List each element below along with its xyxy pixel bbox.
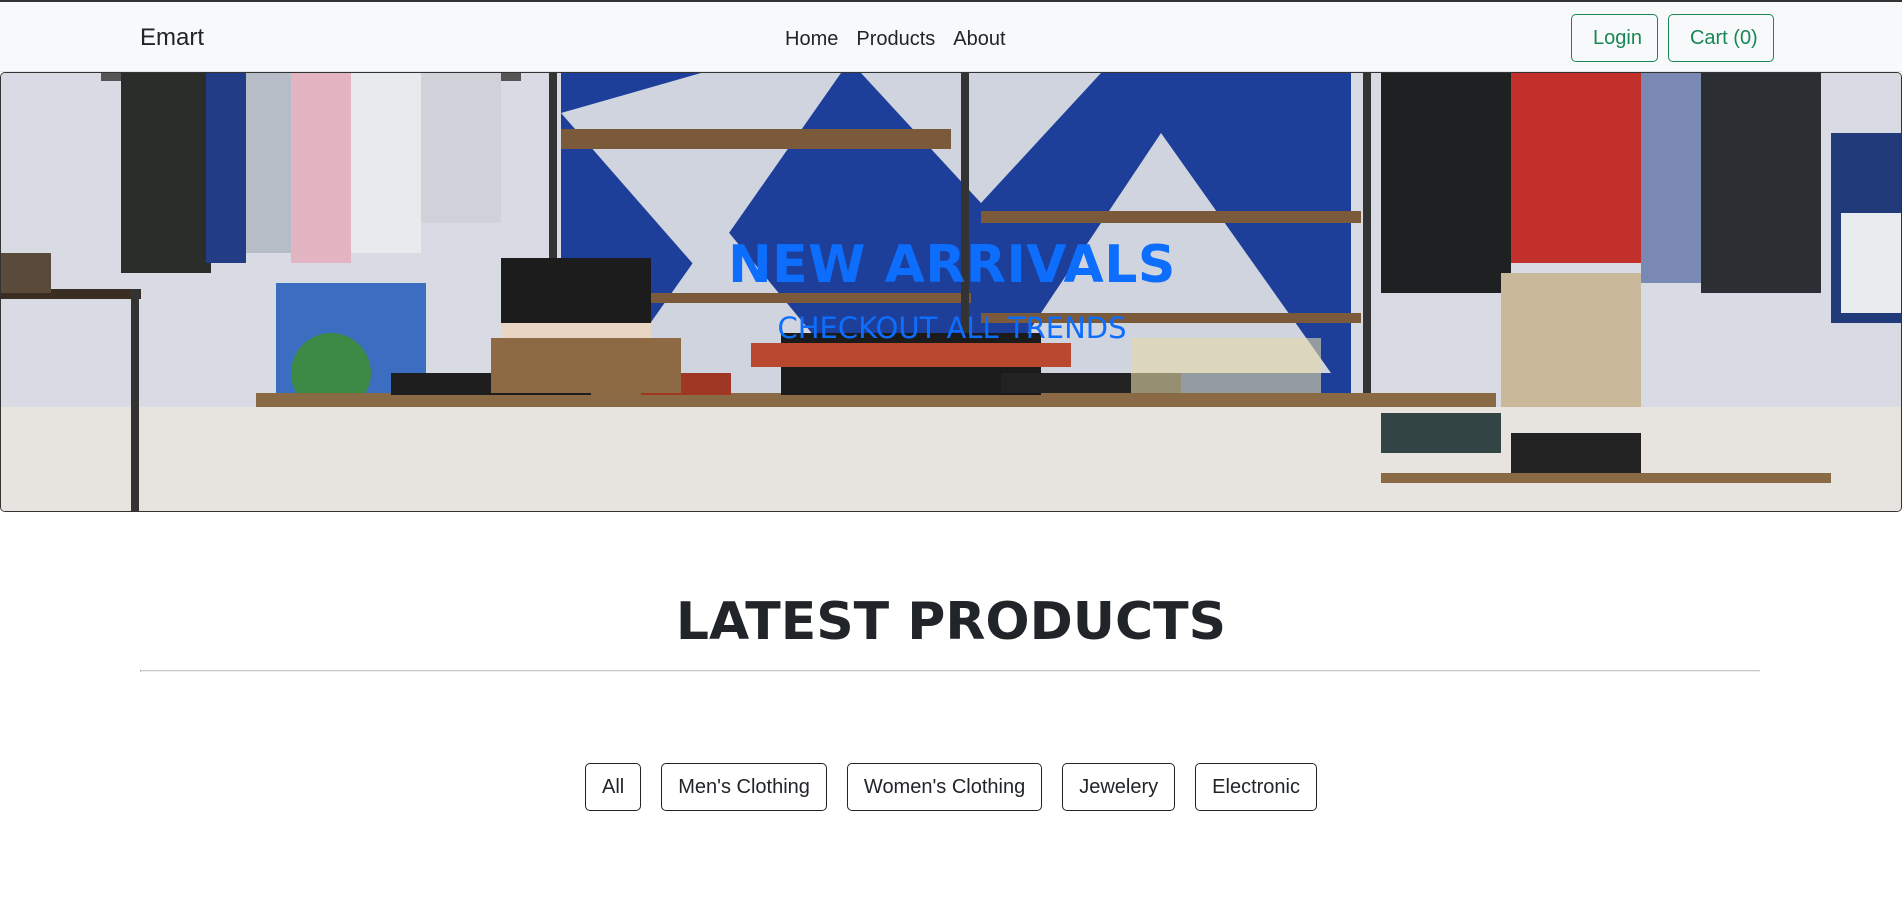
- login-button-label: Login: [1593, 26, 1642, 49]
- nav-links: Home Products About: [785, 28, 1015, 51]
- hero-subtitle: CHECKOUT ALL TRENDS: [777, 311, 1127, 345]
- cart-button[interactable]: Cart (0): [1667, 14, 1774, 62]
- filter-womens-clothing-button[interactable]: Women's Clothing: [846, 763, 1043, 811]
- section-divider: [140, 670, 1760, 672]
- brand-logo[interactable]: Emart: [140, 24, 204, 52]
- cart-button-label: Cart (0): [1689, 26, 1758, 49]
- nav-link-products[interactable]: Products: [847, 28, 944, 51]
- nav-link-about[interactable]: About: [944, 28, 1014, 51]
- filter-jewelery-button[interactable]: Jewelery: [1062, 763, 1176, 811]
- hero-banner: NEW ARRIVALS CHECKOUT ALL TRENDS: [0, 72, 1902, 512]
- nav-link-home[interactable]: Home: [785, 28, 847, 51]
- nav-actions: Login Cart (0): [1571, 14, 1774, 62]
- section-title: LATEST PRODUCTS: [675, 592, 1227, 652]
- filter-all-button[interactable]: All: [585, 763, 642, 811]
- filter-mens-clothing-button[interactable]: Men's Clothing: [661, 763, 827, 811]
- navbar: Emart Home Products About Login Cart (0): [0, 0, 1902, 72]
- category-filters: All Men's Clothing Women's Clothing Jewe…: [0, 763, 1902, 811]
- filter-electronic-button[interactable]: Electronic: [1195, 763, 1317, 811]
- hero-title: NEW ARRIVALS: [728, 235, 1176, 295]
- login-button[interactable]: Login: [1571, 14, 1658, 62]
